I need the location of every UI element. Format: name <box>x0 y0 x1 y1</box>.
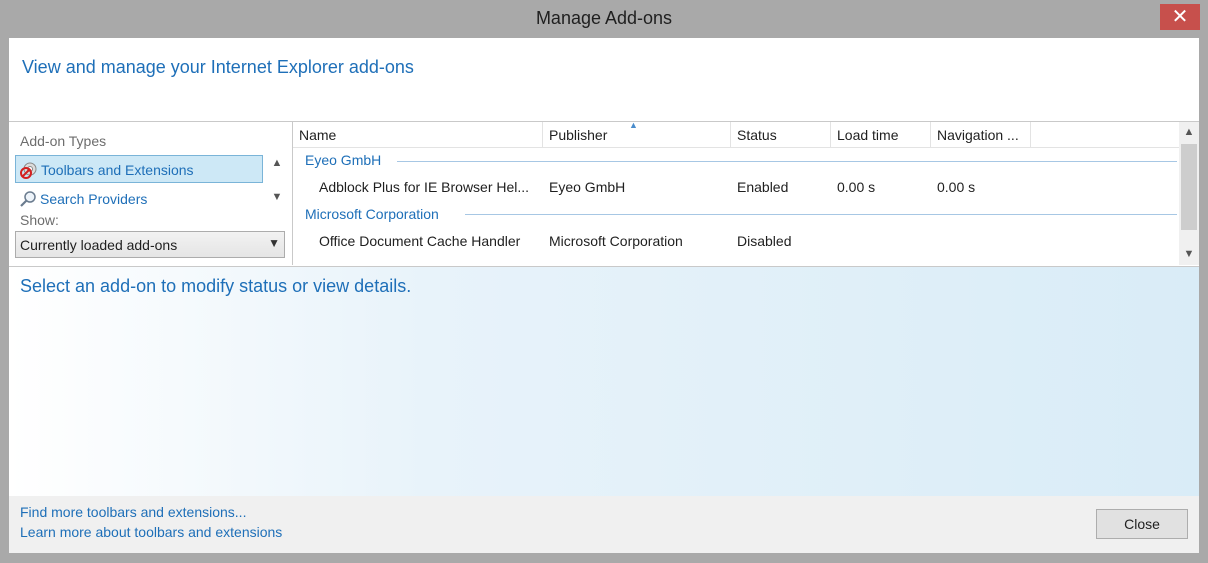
details-pane: Select an add-on to modify status or vie… <box>9 266 1199 497</box>
group-divider <box>397 161 1177 162</box>
scroll-down-icon[interactable]: ▼ <box>1179 244 1199 264</box>
group-header-eyeo: Eyeo GmbH <box>305 152 382 168</box>
title-bar[interactable]: Manage Add-ons ✕ <box>0 0 1208 38</box>
show-label: Show: <box>20 212 59 228</box>
sort-ascending-icon: ▲ <box>629 120 638 130</box>
show-filter-value: Currently loaded add-ons <box>20 237 178 253</box>
table-header: Name Publisher Status Load time Navigati… <box>293 120 1179 148</box>
toolbar-extension-icon <box>20 162 37 179</box>
header-title: View and manage your Internet Explorer a… <box>22 57 414 77</box>
addon-types-label: Add-on Types <box>20 133 107 149</box>
types-list-scrollbar[interactable]: ▲ ▼ <box>269 155 285 213</box>
scroll-down-icon[interactable]: ▼ <box>269 191 285 207</box>
scrollbar-thumb[interactable] <box>1181 144 1197 230</box>
addon-status: Disabled <box>737 233 792 249</box>
table-scrollbar[interactable]: ▲ ▼ <box>1179 122 1199 265</box>
addon-type-label: Toolbars and Extensions <box>41 162 194 178</box>
addon-load-time: 0.00 s <box>837 179 876 195</box>
addon-type-label: Search Providers <box>40 191 148 207</box>
column-header-name[interactable]: Name <box>293 122 543 147</box>
addon-type-toolbars-extensions[interactable]: Toolbars and Extensions <box>15 155 263 183</box>
addon-name: Office Document Cache Handler <box>319 233 521 249</box>
group-divider <box>465 214 1177 215</box>
dialog-content: View and manage your Internet Explorer a… <box>9 38 1199 553</box>
column-header-status[interactable]: Status <box>731 122 831 147</box>
close-button[interactable]: Close <box>1096 509 1188 539</box>
window-close-button[interactable]: ✕ <box>1160 4 1200 30</box>
search-provider-icon <box>20 191 36 207</box>
show-filter-select[interactable]: Currently loaded add-ons ▼ <box>15 231 285 258</box>
addon-types-pane: Add-on Types Toolbars and Extensions Sea… <box>9 122 293 265</box>
addon-name: Adblock Plus for IE Browser Hel... <box>319 179 530 195</box>
scroll-up-icon[interactable]: ▲ <box>269 157 285 173</box>
dialog-header: View and manage your Internet Explorer a… <box>9 38 1199 122</box>
addon-publisher: Microsoft Corporation <box>549 233 683 249</box>
addon-status: Enabled <box>737 179 789 195</box>
dialog-footer: Find more toolbars and extensions... Lea… <box>9 496 1199 553</box>
scroll-up-icon[interactable]: ▲ <box>1179 122 1199 142</box>
addon-navigation-time: 0.00 s <box>937 179 976 195</box>
details-prompt: Select an add-on to modify status or vie… <box>20 276 412 296</box>
table-row[interactable]: Adblock Plus for IE Browser Hel... Eyeo … <box>293 174 1179 200</box>
table-row[interactable]: Office Document Cache Handler Microsoft … <box>293 228 1179 254</box>
chevron-down-icon: ▼ <box>268 236 280 250</box>
learn-more-link[interactable]: Learn more about toolbars and extensions <box>20 524 282 540</box>
addon-types-list[interactable]: Toolbars and Extensions Search Providers <box>15 155 265 213</box>
addon-publisher: Eyeo GmbH <box>549 179 626 195</box>
addons-table: Name Publisher Status Load time Navigati… <box>293 120 1199 265</box>
window-title: Manage Add-ons <box>535 8 673 28</box>
manage-addons-window: Manage Add-ons ✕ View and manage your In… <box>0 0 1208 563</box>
column-header-load-time[interactable]: Load time <box>831 122 931 147</box>
find-more-link[interactable]: Find more toolbars and extensions... <box>20 504 246 520</box>
column-header-navigation[interactable]: Navigation ... <box>931 122 1031 147</box>
addon-type-search-providers[interactable]: Search Providers <box>15 185 263 213</box>
group-header-microsoft: Microsoft Corporation <box>305 206 439 222</box>
